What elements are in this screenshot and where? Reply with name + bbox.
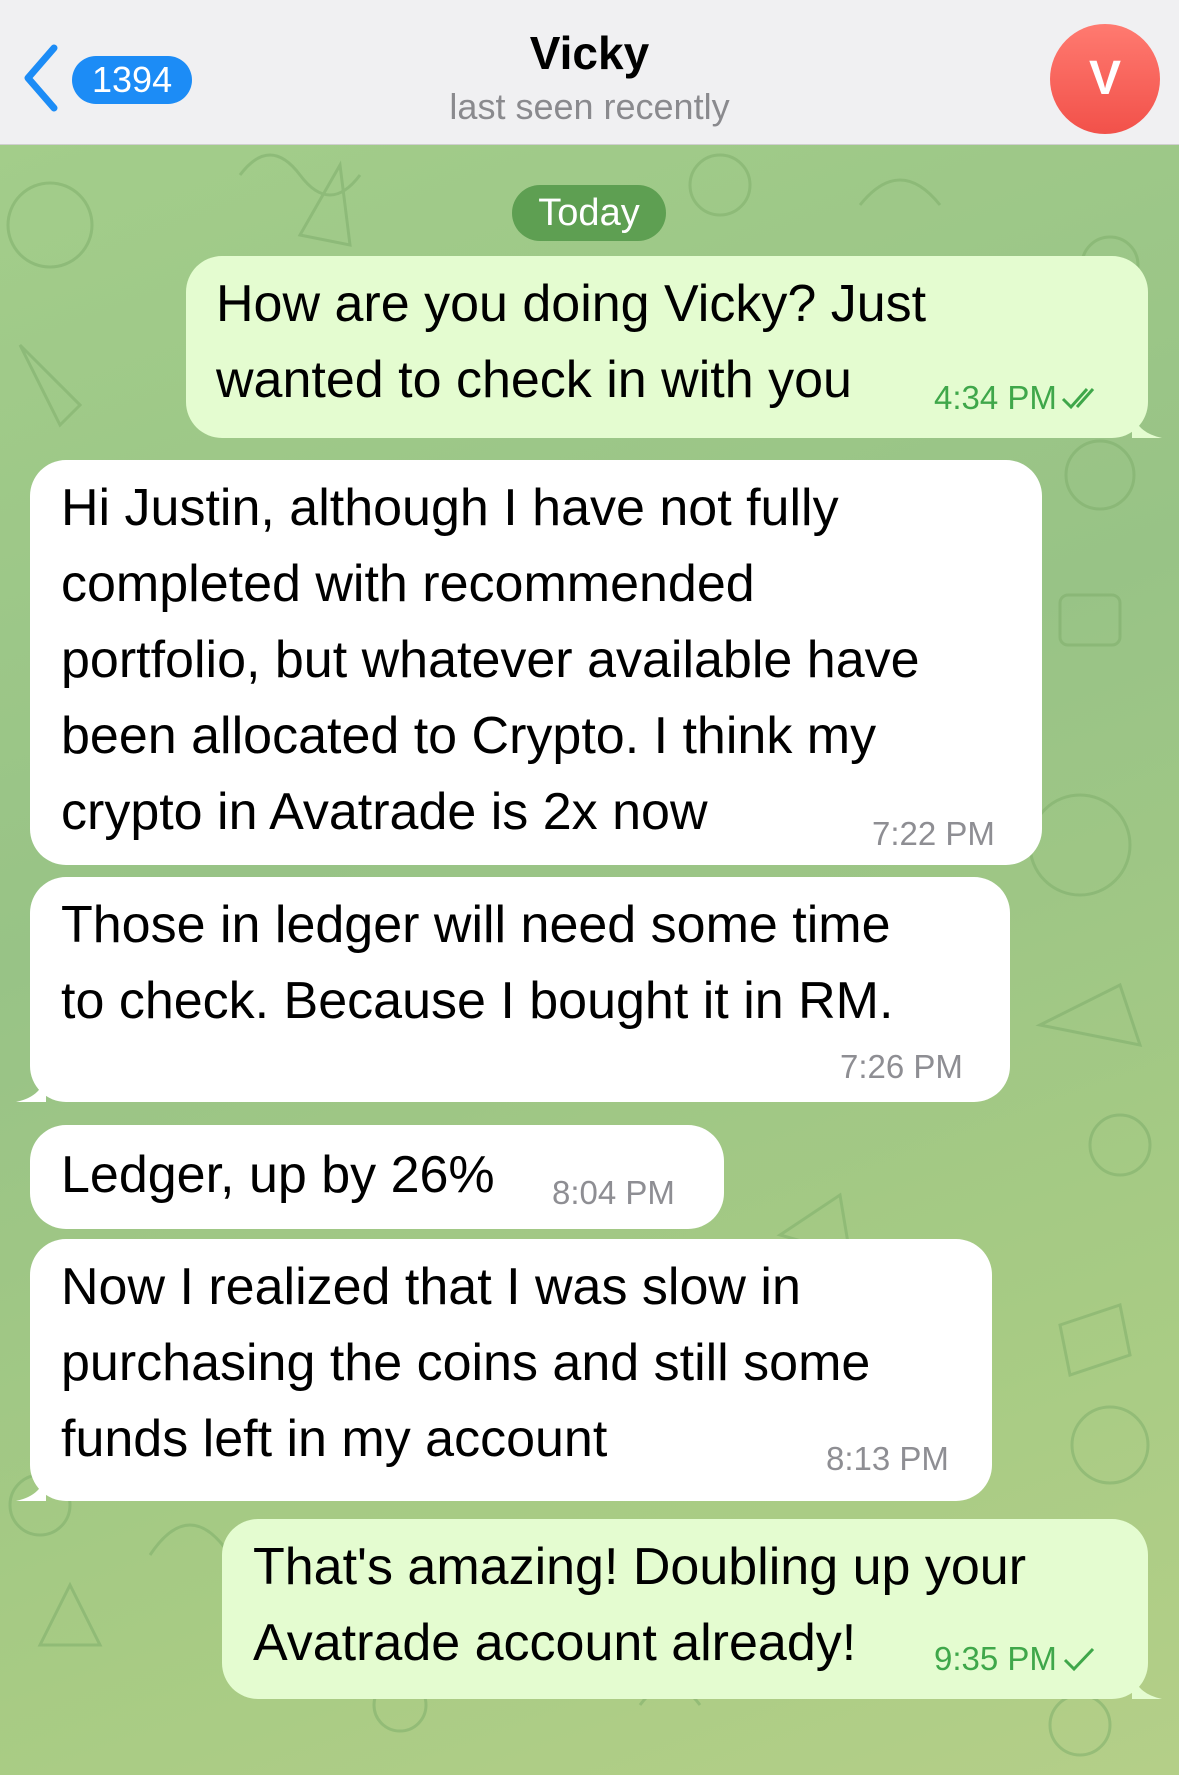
single-check-icon [1063,1647,1094,1672]
message-bubble-incoming[interactable]: Hi Justin, although I have not fully com… [30,460,1042,865]
avatar[interactable]: V [1050,24,1160,134]
message-time: 4:34 PM [934,378,1105,418]
message-text: completed with recommended [61,555,755,613]
message-bubble-incoming[interactable]: Now I realized that I was slow in purcha… [16,1239,992,1501]
message-text: to check. Because I bought it in RM. [61,972,894,1030]
message-text: That's amazing! Doubling up your [253,1538,1027,1596]
message-text: been allocated to Crypto. I think my [61,707,877,765]
message-text: Now I realized that I was slow in [61,1258,801,1316]
date-divider: Today [512,185,666,241]
chat-area[interactable]: Today How are you doing Vicky? Just want… [0,145,1179,1775]
message-text: wanted to check in with you [216,351,852,409]
double-check-icon [1061,388,1095,410]
message-time: 8:13 PM [826,1440,949,1477]
message-time: 8:04 PM [552,1174,675,1211]
contact-status: last seen recently [449,86,730,127]
message-text: portfolio, but whatever available have [61,631,920,689]
message-text: purchasing the coins and still some [61,1334,871,1392]
message-text: How are you doing Vicky? Just [216,275,927,333]
message-bubble-outgoing[interactable]: That's amazing! Doubling up your Avatrad… [222,1519,1162,1699]
bubble-tail [16,1072,46,1102]
chat-header: 1394 Vicky last seen recently V [0,0,1179,145]
message-bubble-incoming[interactable]: Those in ledger will need some time to c… [16,877,1010,1102]
message-text: Ledger, up by 26% [61,1146,495,1204]
message-time: 7:22 PM [872,815,995,852]
bubble-tail [16,1471,46,1501]
message-text: crypto in Avatrade is 2x now [61,783,708,841]
message-text: Those in ledger will need some time [61,896,891,954]
bubble-tail [1132,408,1162,438]
bubble-tail [1132,1669,1162,1699]
message-text: Avatrade account already! [253,1614,857,1672]
message-text: funds left in my account [61,1410,608,1468]
message-time: 7:26 PM [840,1048,963,1085]
message-time: 9:35 PM [934,1639,1097,1679]
message-text: Hi Justin, although I have not fully [61,479,839,537]
contact-name[interactable]: Vicky [0,26,1179,80]
message-bubble-incoming[interactable]: Ledger, up by 26% 8:04 PM [30,1125,724,1229]
message-bubble-outgoing[interactable]: How are you doing Vicky? Just wanted to … [186,256,1162,438]
